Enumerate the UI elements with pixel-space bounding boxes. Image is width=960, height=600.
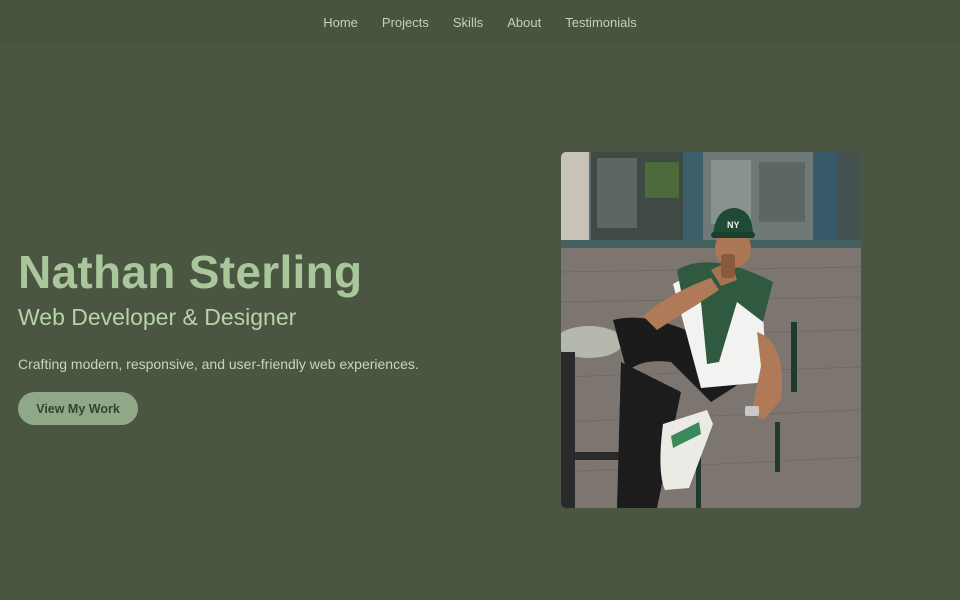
hero-tagline: Crafting modern, responsive, and user-fr… xyxy=(18,356,419,372)
nav-testimonials-link[interactable]: Testimonials xyxy=(565,13,637,32)
profile-photo-illustration: NY xyxy=(561,152,861,508)
nav-about-link[interactable]: About xyxy=(507,13,541,32)
hero-section: Nathan Sterling Web Developer & Designer… xyxy=(18,246,498,425)
cap-logo: NY xyxy=(727,220,740,230)
view-my-work-button[interactable]: View My Work xyxy=(18,392,138,425)
nav-home-link[interactable]: Home xyxy=(323,13,358,32)
hero-role: Web Developer & Designer xyxy=(18,304,297,330)
nav-projects-link[interactable]: Projects xyxy=(382,13,429,32)
profile-photo: NY xyxy=(561,152,861,508)
hero-name: Nathan Sterling xyxy=(18,246,363,298)
nav-skills-link[interactable]: Skills xyxy=(453,13,483,32)
top-navbar: Home Projects Skills About Testimonials xyxy=(0,0,960,44)
